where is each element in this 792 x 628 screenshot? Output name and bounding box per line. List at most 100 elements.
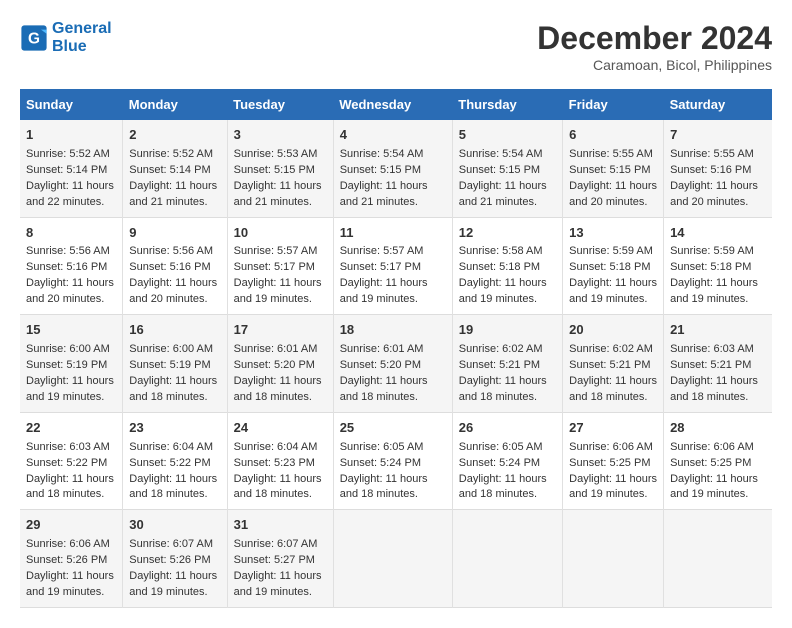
sunset: Sunset: 5:14 PM bbox=[129, 164, 210, 176]
sunset: Sunset: 5:21 PM bbox=[670, 359, 751, 371]
calendar-cell: 22 Sunrise: 6:03 AM Sunset: 5:22 PM Dayl… bbox=[20, 412, 123, 510]
calendar-cell: 4 Sunrise: 5:54 AM Sunset: 5:15 PM Dayli… bbox=[333, 120, 452, 217]
daylight: Daylight: 11 hours and 20 minutes. bbox=[26, 277, 114, 305]
day-number: 28 bbox=[670, 419, 766, 438]
sunrise: Sunrise: 6:00 AM bbox=[129, 343, 213, 355]
calendar-cell: 21 Sunrise: 6:03 AM Sunset: 5:21 PM Dayl… bbox=[664, 315, 772, 413]
day-number: 25 bbox=[340, 419, 446, 438]
sunrise: Sunrise: 5:54 AM bbox=[340, 148, 424, 160]
calendar-cell: 31 Sunrise: 6:07 AM Sunset: 5:27 PM Dayl… bbox=[227, 510, 333, 608]
daylight: Daylight: 11 hours and 18 minutes. bbox=[670, 375, 758, 403]
sunrise: Sunrise: 5:54 AM bbox=[459, 148, 543, 160]
calendar-cell: 28 Sunrise: 6:06 AM Sunset: 5:25 PM Dayl… bbox=[664, 412, 772, 510]
calendar-cell: 27 Sunrise: 6:06 AM Sunset: 5:25 PM Dayl… bbox=[563, 412, 664, 510]
calendar-cell: 2 Sunrise: 5:52 AM Sunset: 5:14 PM Dayli… bbox=[123, 120, 227, 217]
sunrise: Sunrise: 6:01 AM bbox=[234, 343, 318, 355]
sunrise: Sunrise: 6:07 AM bbox=[234, 538, 318, 550]
day-number: 20 bbox=[569, 321, 657, 340]
sunset: Sunset: 5:20 PM bbox=[340, 359, 421, 371]
sunset: Sunset: 5:20 PM bbox=[234, 359, 315, 371]
sunset: Sunset: 5:23 PM bbox=[234, 457, 315, 469]
sunset: Sunset: 5:16 PM bbox=[670, 164, 751, 176]
calendar-cell: 30 Sunrise: 6:07 AM Sunset: 5:26 PM Dayl… bbox=[123, 510, 227, 608]
sunrise: Sunrise: 6:06 AM bbox=[670, 441, 754, 453]
day-number: 29 bbox=[26, 516, 116, 535]
col-thursday: Thursday bbox=[452, 89, 562, 120]
sunset: Sunset: 5:15 PM bbox=[569, 164, 650, 176]
sunset: Sunset: 5:15 PM bbox=[234, 164, 315, 176]
calendar-cell: 24 Sunrise: 6:04 AM Sunset: 5:23 PM Dayl… bbox=[227, 412, 333, 510]
calendar-cell: 6 Sunrise: 5:55 AM Sunset: 5:15 PM Dayli… bbox=[563, 120, 664, 217]
sunset: Sunset: 5:19 PM bbox=[129, 359, 210, 371]
sunset: Sunset: 5:25 PM bbox=[569, 457, 650, 469]
calendar-table: Sunday Monday Tuesday Wednesday Thursday… bbox=[20, 89, 772, 608]
sunrise: Sunrise: 5:56 AM bbox=[129, 245, 213, 257]
logo-icon: G bbox=[20, 24, 48, 52]
sunset: Sunset: 5:26 PM bbox=[26, 554, 107, 566]
sunrise: Sunrise: 6:04 AM bbox=[234, 441, 318, 453]
daylight: Daylight: 11 hours and 19 minutes. bbox=[26, 375, 114, 403]
sunset: Sunset: 5:25 PM bbox=[670, 457, 751, 469]
daylight: Daylight: 11 hours and 21 minutes. bbox=[459, 180, 547, 208]
sunrise: Sunrise: 5:53 AM bbox=[234, 148, 318, 160]
calendar-cell: 8 Sunrise: 5:56 AM Sunset: 5:16 PM Dayli… bbox=[20, 217, 123, 315]
daylight: Daylight: 11 hours and 18 minutes. bbox=[340, 375, 428, 403]
calendar-cell bbox=[333, 510, 452, 608]
table-row: 22 Sunrise: 6:03 AM Sunset: 5:22 PM Dayl… bbox=[20, 412, 772, 510]
sunset: Sunset: 5:24 PM bbox=[459, 457, 540, 469]
daylight: Daylight: 11 hours and 20 minutes. bbox=[569, 180, 657, 208]
day-number: 9 bbox=[129, 224, 220, 243]
daylight: Daylight: 11 hours and 21 minutes. bbox=[234, 180, 322, 208]
sunrise: Sunrise: 6:05 AM bbox=[340, 441, 424, 453]
day-number: 30 bbox=[129, 516, 220, 535]
daylight: Daylight: 11 hours and 18 minutes. bbox=[129, 473, 217, 501]
calendar-cell: 29 Sunrise: 6:06 AM Sunset: 5:26 PM Dayl… bbox=[20, 510, 123, 608]
day-number: 13 bbox=[569, 224, 657, 243]
day-number: 11 bbox=[340, 224, 446, 243]
calendar-cell: 5 Sunrise: 5:54 AM Sunset: 5:15 PM Dayli… bbox=[452, 120, 562, 217]
calendar-cell: 17 Sunrise: 6:01 AM Sunset: 5:20 PM Dayl… bbox=[227, 315, 333, 413]
calendar-cell: 26 Sunrise: 6:05 AM Sunset: 5:24 PM Dayl… bbox=[452, 412, 562, 510]
calendar-cell: 25 Sunrise: 6:05 AM Sunset: 5:24 PM Dayl… bbox=[333, 412, 452, 510]
calendar-cell: 15 Sunrise: 6:00 AM Sunset: 5:19 PM Dayl… bbox=[20, 315, 123, 413]
sunrise: Sunrise: 6:03 AM bbox=[670, 343, 754, 355]
sunrise: Sunrise: 6:02 AM bbox=[569, 343, 653, 355]
daylight: Daylight: 11 hours and 18 minutes. bbox=[459, 473, 547, 501]
calendar-cell: 18 Sunrise: 6:01 AM Sunset: 5:20 PM Dayl… bbox=[333, 315, 452, 413]
sunrise: Sunrise: 6:05 AM bbox=[459, 441, 543, 453]
sunset: Sunset: 5:22 PM bbox=[129, 457, 210, 469]
daylight: Daylight: 11 hours and 19 minutes. bbox=[569, 277, 657, 305]
daylight: Daylight: 11 hours and 19 minutes. bbox=[129, 570, 217, 598]
daylight: Daylight: 11 hours and 18 minutes. bbox=[234, 473, 322, 501]
sunset: Sunset: 5:16 PM bbox=[26, 261, 107, 273]
col-wednesday: Wednesday bbox=[333, 89, 452, 120]
calendar-cell: 14 Sunrise: 5:59 AM Sunset: 5:18 PM Dayl… bbox=[664, 217, 772, 315]
sunrise: Sunrise: 5:57 AM bbox=[234, 245, 318, 257]
sunset: Sunset: 5:22 PM bbox=[26, 457, 107, 469]
daylight: Daylight: 11 hours and 19 minutes. bbox=[234, 277, 322, 305]
calendar-cell: 11 Sunrise: 5:57 AM Sunset: 5:17 PM Dayl… bbox=[333, 217, 452, 315]
sunset: Sunset: 5:26 PM bbox=[129, 554, 210, 566]
calendar-cell: 19 Sunrise: 6:02 AM Sunset: 5:21 PM Dayl… bbox=[452, 315, 562, 413]
sunrise: Sunrise: 6:06 AM bbox=[26, 538, 110, 550]
day-number: 8 bbox=[26, 224, 116, 243]
sunrise: Sunrise: 5:55 AM bbox=[569, 148, 653, 160]
sunset: Sunset: 5:14 PM bbox=[26, 164, 107, 176]
calendar-cell: 3 Sunrise: 5:53 AM Sunset: 5:15 PM Dayli… bbox=[227, 120, 333, 217]
header: G General Blue December 2024 Caramoan, B… bbox=[20, 20, 772, 73]
sunset: Sunset: 5:16 PM bbox=[129, 261, 210, 273]
sunrise: Sunrise: 5:52 AM bbox=[129, 148, 213, 160]
logo-text: General Blue bbox=[52, 20, 112, 55]
sunset: Sunset: 5:18 PM bbox=[569, 261, 650, 273]
sunrise: Sunrise: 6:07 AM bbox=[129, 538, 213, 550]
day-number: 31 bbox=[234, 516, 327, 535]
day-number: 18 bbox=[340, 321, 446, 340]
table-row: 8 Sunrise: 5:56 AM Sunset: 5:16 PM Dayli… bbox=[20, 217, 772, 315]
sunrise: Sunrise: 5:55 AM bbox=[670, 148, 754, 160]
daylight: Daylight: 11 hours and 19 minutes. bbox=[670, 277, 758, 305]
sunrise: Sunrise: 6:03 AM bbox=[26, 441, 110, 453]
daylight: Daylight: 11 hours and 19 minutes. bbox=[569, 473, 657, 501]
title-block: December 2024 Caramoan, Bicol, Philippin… bbox=[537, 20, 772, 73]
header-row: Sunday Monday Tuesday Wednesday Thursday… bbox=[20, 89, 772, 120]
col-monday: Monday bbox=[123, 89, 227, 120]
